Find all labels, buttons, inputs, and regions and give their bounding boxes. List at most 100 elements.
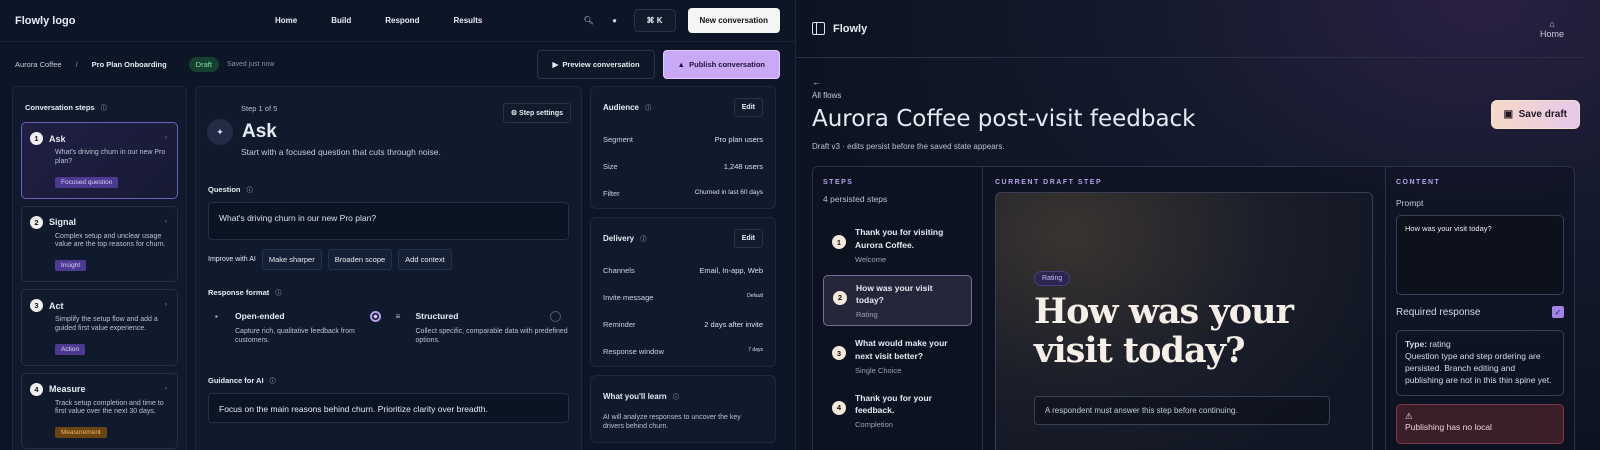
info-icon[interactable]: ⓘ xyxy=(101,106,107,112)
save-draft-label: Save draft xyxy=(1518,109,1567,120)
info-icon[interactable]: ⓘ xyxy=(645,103,651,112)
conversation-steps-panel: Conversation steps ⓘ 1 Ask › What's drivi… xyxy=(12,86,187,450)
step-card[interactable]: 3 Act › Simplify the setup flow and add a… xyxy=(21,289,178,366)
panel-title: Conversation steps ⓘ xyxy=(25,103,174,112)
step-title: Ask xyxy=(49,133,66,144)
step-number: 4 xyxy=(30,382,43,396)
flow-step[interactable]: 3 What would make your next visit better… xyxy=(823,331,972,381)
guidance-input[interactable]: Focus on the main reasons behind churn. … xyxy=(208,392,569,423)
make-sharper-button[interactable]: Make sharper xyxy=(261,249,322,270)
question-label-text: Question xyxy=(208,185,241,194)
arrow-left-icon[interactable]: ← xyxy=(812,77,821,87)
edit-audience-button[interactable]: Edit xyxy=(733,97,763,117)
saved-status: Saved just now xyxy=(226,60,275,68)
chevron-right-icon: › xyxy=(165,385,167,392)
breadcrumb-org[interactable]: Aurora Coffee xyxy=(15,60,62,69)
app-logo[interactable]: Flowly logo xyxy=(15,15,275,27)
kv-key: Channels xyxy=(603,266,635,275)
response-format-label: Response format ⓘ xyxy=(208,288,581,297)
question-input[interactable]: What's driving churn in our new Pro plan… xyxy=(208,202,569,240)
format-radio[interactable] xyxy=(550,311,561,322)
prompt-input[interactable]: How was your visit today? xyxy=(1396,215,1564,295)
step-title: Signal xyxy=(49,217,77,227)
format-desc: Collect specific, comparable data with p… xyxy=(415,328,568,344)
step-card[interactable]: 2 Signal › Complex setup and unclear usag… xyxy=(21,205,178,282)
step-card[interactable]: 1 Ask › What's driving churn in our new P… xyxy=(21,122,178,199)
step-desc: Simplify the setup flow and add a guided… xyxy=(55,316,158,332)
step-settings-button[interactable]: ⚙ Step settings xyxy=(502,103,571,123)
kv-key: Segment xyxy=(603,135,634,144)
type-key: Type: xyxy=(1405,339,1428,349)
info-icon[interactable]: ⓘ xyxy=(275,291,281,297)
draft-preview: Rating How was your visit today? A respo… xyxy=(995,192,1373,450)
nav-results[interactable]: Results xyxy=(453,16,482,25)
type-value: rating xyxy=(1429,339,1451,349)
nav-respond[interactable]: Respond xyxy=(385,16,419,25)
kv-row: Reminder 2 days after invite xyxy=(603,320,763,329)
broaden-scope-button[interactable]: Broaden scope xyxy=(327,249,393,270)
format-option-structured[interactable]: ≡ Structured Collect specific, comparabl… xyxy=(389,311,570,346)
page-title: Aurora Coffee post-visit feedback xyxy=(812,106,1196,132)
search-icon[interactable]: 🔍︎ xyxy=(582,16,596,25)
edit-delivery-button[interactable]: Edit xyxy=(733,228,763,248)
step-kind: Single Choice xyxy=(855,365,902,375)
question-label: Question ⓘ xyxy=(208,185,581,194)
settings-column: Audience ⓘ Edit Segment Pro plan users Siz… xyxy=(590,86,776,450)
page-subtitle: Draft v3 · edits persist before the save… xyxy=(812,142,1005,151)
step-tag: Focused question xyxy=(55,176,119,188)
page-actions: ▶ Preview conversation ▲ Publish convers… xyxy=(537,49,780,79)
kv-key: Response window xyxy=(603,347,664,356)
draft-label: CURRENT DRAFT STEP xyxy=(995,179,1103,186)
kv-value: Default xyxy=(747,293,763,299)
flow-step[interactable]: 4 Thank you for your feedback. Completion xyxy=(823,386,972,436)
publish-warning: ⚠ Publishing has no local xyxy=(1396,403,1564,444)
required-toggle-row: Required response ✓ xyxy=(1396,306,1564,318)
info-icon[interactable]: ⓘ xyxy=(640,234,646,243)
flow-step[interactable]: 2 How was your visit today? Rating xyxy=(823,274,972,326)
format-title: Structured xyxy=(415,311,459,321)
learn-title: What you'll learn xyxy=(603,391,667,401)
nav-build[interactable]: Build xyxy=(331,16,351,25)
delivery-panel: Delivery ⓘ Edit Channels Email, In-app, We… xyxy=(590,217,776,367)
status-badge: Draft xyxy=(188,56,219,72)
info-icon[interactable]: ⓘ xyxy=(270,379,276,385)
save-draft-button[interactable]: ▣ Save draft xyxy=(1490,100,1580,129)
preview-label: Preview conversation xyxy=(562,59,640,69)
steps-count: 4 persisted steps xyxy=(823,194,888,204)
draft-step-panel: CURRENT DRAFT STEP Rating How was your v… xyxy=(983,167,1386,450)
step-number: 1 xyxy=(30,132,43,145)
step-desc: Complex setup and unclear usage value ar… xyxy=(55,232,166,249)
top-bar-actions: 🔍︎ ● ⌘ K New conversation xyxy=(582,8,780,33)
step-number: 1 xyxy=(832,235,846,249)
info-icon[interactable]: ⓘ xyxy=(247,188,253,194)
step-tag: Action xyxy=(55,343,86,355)
all-flows-link[interactable]: All flows xyxy=(812,91,841,100)
home-link[interactable]: ⌂ Home xyxy=(1540,19,1564,39)
content-panel: CONTENT Prompt How was your visit today?… xyxy=(1386,167,1574,450)
format-radio[interactable] xyxy=(369,311,381,322)
brand[interactable]: Flowly xyxy=(812,22,867,35)
content-label: CONTENT xyxy=(1396,179,1441,186)
top-bar: Flowly logo Home Build Respond Results 🔍… xyxy=(0,0,795,42)
format-title: Open-ended xyxy=(235,311,285,321)
format-option-open-ended[interactable]: ▪ Open-ended Capture rich, qualitative f… xyxy=(208,311,389,346)
preview-conversation-button[interactable]: ▶ Preview conversation xyxy=(537,49,655,79)
publish-conversation-button[interactable]: ▲ Publish conversation xyxy=(662,49,780,79)
step-card[interactable]: 4 Measure › Track setup completion and ti… xyxy=(21,372,178,449)
flow-step[interactable]: 1 Thank you for visiting Aurora Coffee. W… xyxy=(823,220,972,270)
kv-value: Pro plan users xyxy=(714,135,763,144)
step-number: 3 xyxy=(30,299,43,312)
kv-key: Filter xyxy=(603,189,620,198)
warning-icon: ⚠ xyxy=(1405,410,1413,421)
nav-home[interactable]: Home xyxy=(275,16,297,25)
save-icon: ▣ xyxy=(1503,109,1514,120)
new-conversation-button[interactable]: New conversation xyxy=(687,8,780,33)
bell-icon[interactable]: ● xyxy=(608,16,622,25)
command-palette-button[interactable]: ⌘ K xyxy=(633,9,676,32)
step-title: Thank you for your feedback. xyxy=(855,392,932,416)
audience-title: Audience xyxy=(603,102,640,112)
info-icon[interactable]: ⓘ xyxy=(673,392,679,401)
add-context-button[interactable]: Add context xyxy=(398,249,452,270)
required-checkbox[interactable]: ✓ xyxy=(1552,306,1564,318)
kv-value: 2 days after invite xyxy=(704,320,763,329)
